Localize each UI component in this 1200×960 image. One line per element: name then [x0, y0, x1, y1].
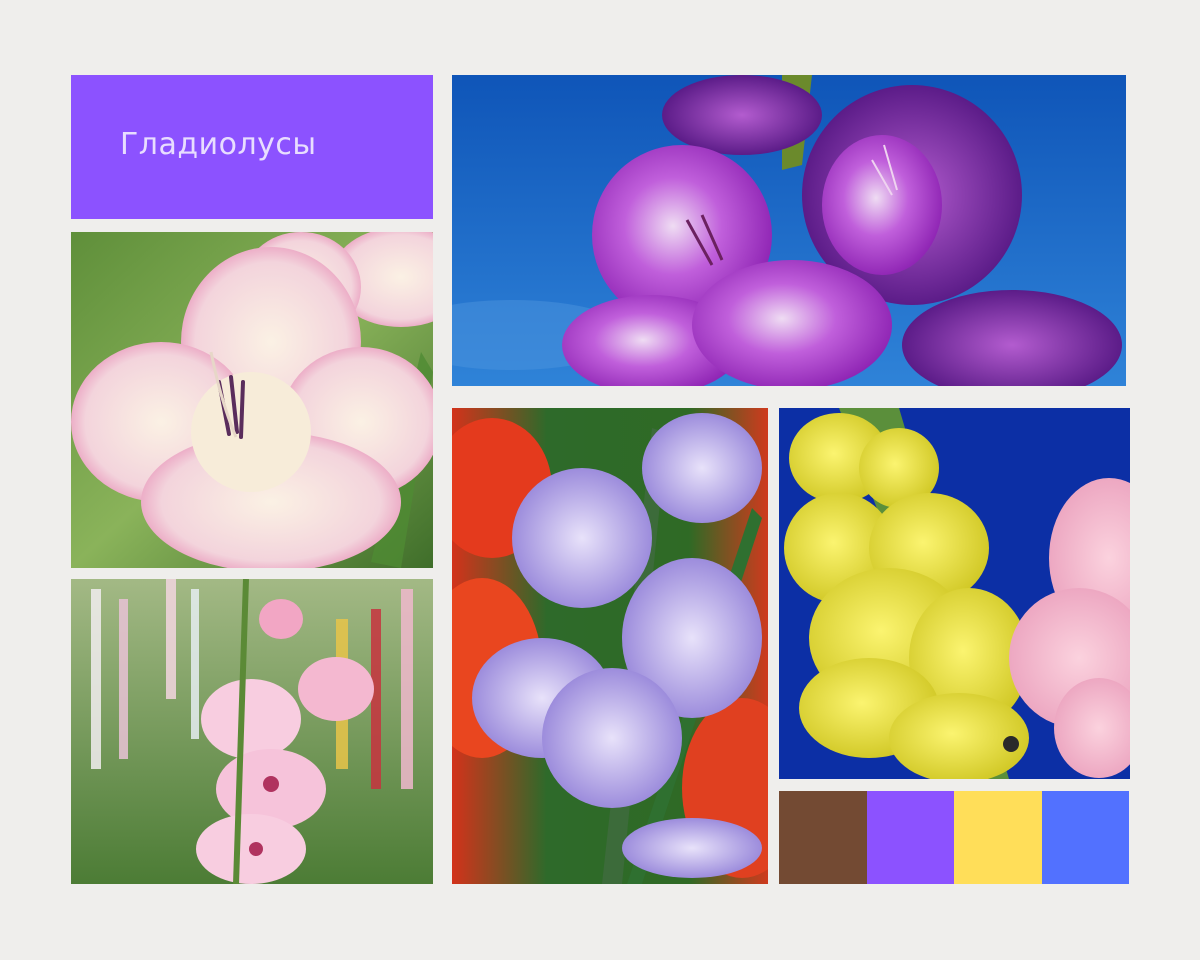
yellow-gladiolus-image: [779, 408, 1130, 779]
purple-gladiolus-sky-image: [452, 75, 1126, 386]
photo-pink-gladiolus-field[interactable]: [71, 579, 433, 884]
page-title: Гладиолусы: [120, 127, 317, 162]
photo-yellow-gladiolus[interactable]: [779, 408, 1130, 779]
photo-pink-gladiolus-closeup[interactable]: [71, 232, 433, 568]
photo-lavender-gladiolus[interactable]: [452, 408, 768, 884]
title-card: Гладиолусы: [71, 75, 433, 219]
swatch-brown: [779, 791, 867, 884]
lavender-gladiolus-image: [452, 408, 768, 884]
swatch-blue: [1041, 791, 1129, 884]
swatch-yellow: [954, 791, 1042, 884]
color-palette: [779, 791, 1129, 884]
photo-purple-gladiolus-sky[interactable]: [452, 75, 1126, 386]
swatch-violet: [866, 791, 954, 884]
pink-gladiolus-field-image: [71, 579, 433, 884]
pink-gladiolus-closeup-image: [71, 232, 433, 568]
